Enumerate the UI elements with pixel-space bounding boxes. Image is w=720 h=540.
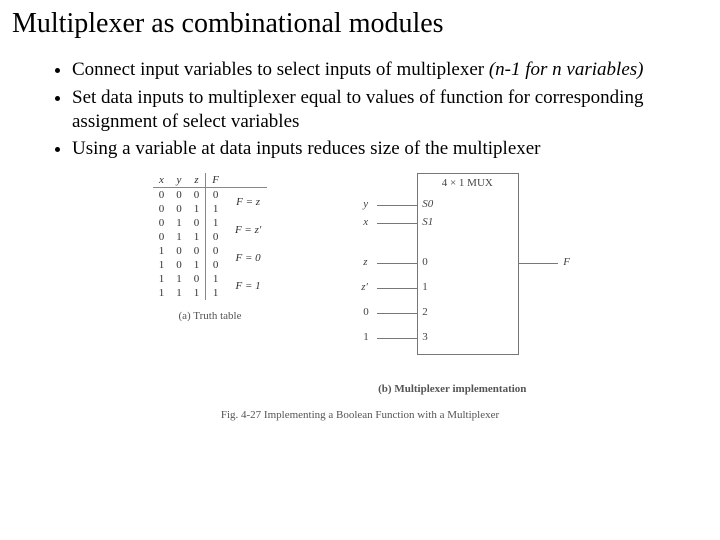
wire (377, 313, 417, 314)
tt-c: 0 (153, 216, 171, 230)
tt-c: 0 (188, 244, 206, 258)
table-row: 1101F = 1 (153, 272, 268, 286)
bullet-list: Connect input variables to select inputs… (52, 58, 708, 161)
mux-s1: S1 (422, 216, 433, 228)
tt-c: 0 (170, 202, 188, 216)
bullet-1-italic: (n-1 for n variables) (489, 59, 644, 80)
tt-c: 0 (170, 188, 188, 203)
bullet-1-text: Connect input variables to select inputs… (72, 59, 489, 80)
tt-caption: (a) Truth table (153, 310, 268, 322)
bullet-1: Connect input variables to select inputs… (72, 58, 678, 82)
mux-sel-x: x (363, 216, 368, 228)
tt-c: 0 (153, 202, 171, 216)
tt-c: 1 (153, 258, 171, 272)
tt-c: 1 (170, 272, 188, 286)
mux-p3: 3 (422, 331, 428, 343)
bullet-2: Set data inputs to multiplexer equal to … (72, 86, 678, 134)
wire (377, 263, 417, 264)
tt-c: 0 (188, 188, 206, 203)
wire (518, 263, 558, 264)
mux-caption-text: (b) Multiplexer implementation (378, 383, 526, 395)
mux-in-z: z (363, 256, 367, 268)
tt-ann: F = 0 (225, 244, 267, 272)
tt-c: 1 (153, 286, 171, 300)
mux-out: F (563, 256, 570, 268)
tt-c: 0 (153, 230, 171, 244)
tt-ann: F = z (225, 188, 267, 217)
tt-c: 0 (206, 244, 225, 258)
tt-h-x: x (153, 173, 171, 188)
tt-c: 1 (153, 272, 171, 286)
mux-in-zp: z′ (361, 281, 368, 293)
truth-table: x y z F 0000F = z 0011 0101F = z′ 0110 1… (153, 173, 268, 322)
tt-h-y: y (170, 173, 188, 188)
tt-c: 1 (206, 286, 225, 300)
tt-c: 1 (206, 272, 225, 286)
tt-c: 0 (188, 216, 206, 230)
tt-c: 0 (170, 244, 188, 258)
mux-in-0: 0 (363, 306, 369, 318)
wire (377, 223, 417, 224)
mux-title: 4 × 1 MUX (422, 177, 512, 189)
mux-caption: (b) Multiplexer implementation (337, 383, 567, 395)
table-row: 0101F = z′ (153, 216, 268, 230)
figure-wrap: x y z F 0000F = z 0011 0101F = z′ 0110 1… (12, 173, 708, 421)
table-row: 0000F = z (153, 188, 268, 203)
bullet-3: Using a variable at data inputs reduces … (72, 137, 678, 161)
mux-p1: 1 (422, 281, 428, 293)
tt-c: 1 (170, 216, 188, 230)
tt-c: 0 (206, 188, 225, 203)
mux-s0: S0 (422, 198, 433, 210)
tt-c: 1 (153, 244, 171, 258)
tt-c: 0 (206, 258, 225, 272)
mux-p2: 2 (422, 306, 428, 318)
wire (377, 205, 417, 206)
tt-c: 0 (188, 272, 206, 286)
tt-ann: F = 1 (225, 272, 267, 300)
tt-c: 1 (206, 216, 225, 230)
tt-c: 1 (188, 230, 206, 244)
page-title: Multiplexer as combinational modules (12, 8, 708, 40)
tt-c: 0 (153, 188, 171, 203)
tt-h-F: F (206, 173, 225, 188)
tt-c: 1 (170, 230, 188, 244)
tt-c: 1 (170, 286, 188, 300)
mux-figure: 4 × 1 MUX y S0 x S1 z 0 z′ 1 0 2 1 (337, 173, 567, 395)
mux-sel-y: y (363, 198, 368, 210)
tt-c: 1 (188, 286, 206, 300)
tt-h-z: z (188, 173, 206, 188)
tt-c: 1 (188, 258, 206, 272)
mux-p0: 0 (422, 256, 428, 268)
tt-ann: F = z′ (225, 216, 267, 244)
table-row: 1000F = 0 (153, 244, 268, 258)
figure-caption: Fig. 4-27 Implementing a Boolean Functio… (221, 409, 499, 421)
tt-c: 0 (170, 258, 188, 272)
mux-in-1: 1 (363, 331, 369, 343)
tt-c: 1 (206, 202, 225, 216)
tt-c: 1 (188, 202, 206, 216)
wire (377, 288, 417, 289)
tt-c: 0 (206, 230, 225, 244)
wire (377, 338, 417, 339)
